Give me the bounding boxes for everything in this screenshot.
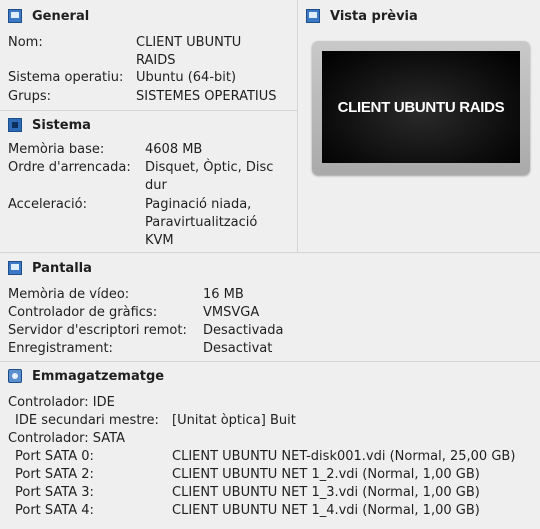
system-chip-icon [8, 118, 22, 132]
display-monitor-icon [8, 261, 22, 275]
graphics-controller-label: Controlador de gràfics: [8, 305, 158, 320]
base-memory-value: 4608 MB [145, 142, 203, 157]
general-header[interactable]: General [8, 7, 89, 25]
video-memory-value: 16 MB [203, 287, 244, 302]
graphics-controller-value: VMSVGA [203, 305, 260, 320]
remote-desktop-value: Desactivada [203, 323, 284, 338]
sata-port-2-label: Port SATA 2: [15, 467, 94, 482]
general-monitor-icon [8, 9, 22, 23]
system-header[interactable]: Sistema [8, 116, 91, 134]
preview-frame[interactable]: CLIENT UBUNTU RAIDS [312, 41, 530, 175]
acceleration-label: Acceleració: [8, 197, 87, 212]
general-title: General [32, 8, 90, 24]
display-section: Pantalla Memòria de vídeo: 16 MB Control… [0, 253, 540, 361]
name-label: Nom: [8, 35, 43, 50]
remote-desktop-label: Servidor d'escriptori remot: [8, 323, 187, 338]
boot-order-label: Ordre d'arrencada: [8, 160, 131, 175]
recording-value: Desactivat [203, 341, 273, 356]
sata-controller-label: Controlador: SATA [8, 431, 125, 446]
sata-port-3-label: Port SATA 3: [15, 485, 94, 500]
storage-header[interactable]: Emmagatzematge [8, 367, 164, 385]
general-section: General Nom: CLIENT UBUNTU RAIDS Sistema… [0, 0, 297, 110]
display-title: Pantalla [32, 260, 92, 276]
preview-title: Vista prèvia [330, 8, 418, 24]
sata-port-4-label: Port SATA 4: [15, 503, 94, 518]
storage-section: Emmagatzematge Controlador: IDE IDE secu… [0, 362, 540, 529]
ide-secondary-master-value: [Unitat òptica] Buit [172, 413, 296, 428]
groups-value: SISTEMES OPERATIUS [136, 89, 277, 104]
base-memory-label: Memòria base: [8, 142, 105, 157]
ide-secondary-master-label: IDE secundari mestre: [15, 413, 159, 428]
video-memory-label: Memòria de vídeo: [8, 287, 130, 302]
sata-port-0-value: CLIENT UBUNTU NET-disk001.vdi (Normal, 2… [172, 449, 516, 464]
storage-title: Emmagatzematge [32, 368, 165, 384]
sata-port-4-value: CLIENT UBUNTU NET 1_4.vdi (Normal, 1,00 … [172, 503, 480, 518]
acceleration-value: Paginació niada, Paravirtualització KVM [145, 197, 258, 248]
sata-port-0-label: Port SATA 0: [15, 449, 94, 464]
os-label: Sistema operatiu: [8, 70, 124, 85]
os-value: Ubuntu (64-bit) [136, 70, 237, 85]
system-section: Sistema Memòria base: 4608 MB Ordre d'ar… [0, 111, 297, 252]
sata-port-3-value: CLIENT UBUNTU NET 1_3.vdi (Normal, 1,00 … [172, 485, 480, 500]
preview-screen: CLIENT UBUNTU RAIDS [322, 51, 520, 163]
sata-port-2-value: CLIENT UBUNTU NET 1_2.vdi (Normal, 1,00 … [172, 467, 480, 482]
ide-controller-label: Controlador: IDE [8, 395, 115, 410]
storage-disk-icon [8, 369, 22, 383]
recording-label: Enregistrament: [8, 341, 113, 356]
system-title: Sistema [32, 117, 91, 133]
name-value: CLIENT UBUNTU RAIDS [136, 35, 242, 68]
preview-monitor-icon [306, 9, 320, 23]
display-header[interactable]: Pantalla [8, 259, 92, 277]
preview-header[interactable]: Vista prèvia [306, 7, 418, 25]
boot-order-value: Disquet, Òptic, Disc dur [145, 160, 274, 193]
vertical-divider [297, 0, 298, 252]
groups-label: Grups: [8, 89, 52, 104]
